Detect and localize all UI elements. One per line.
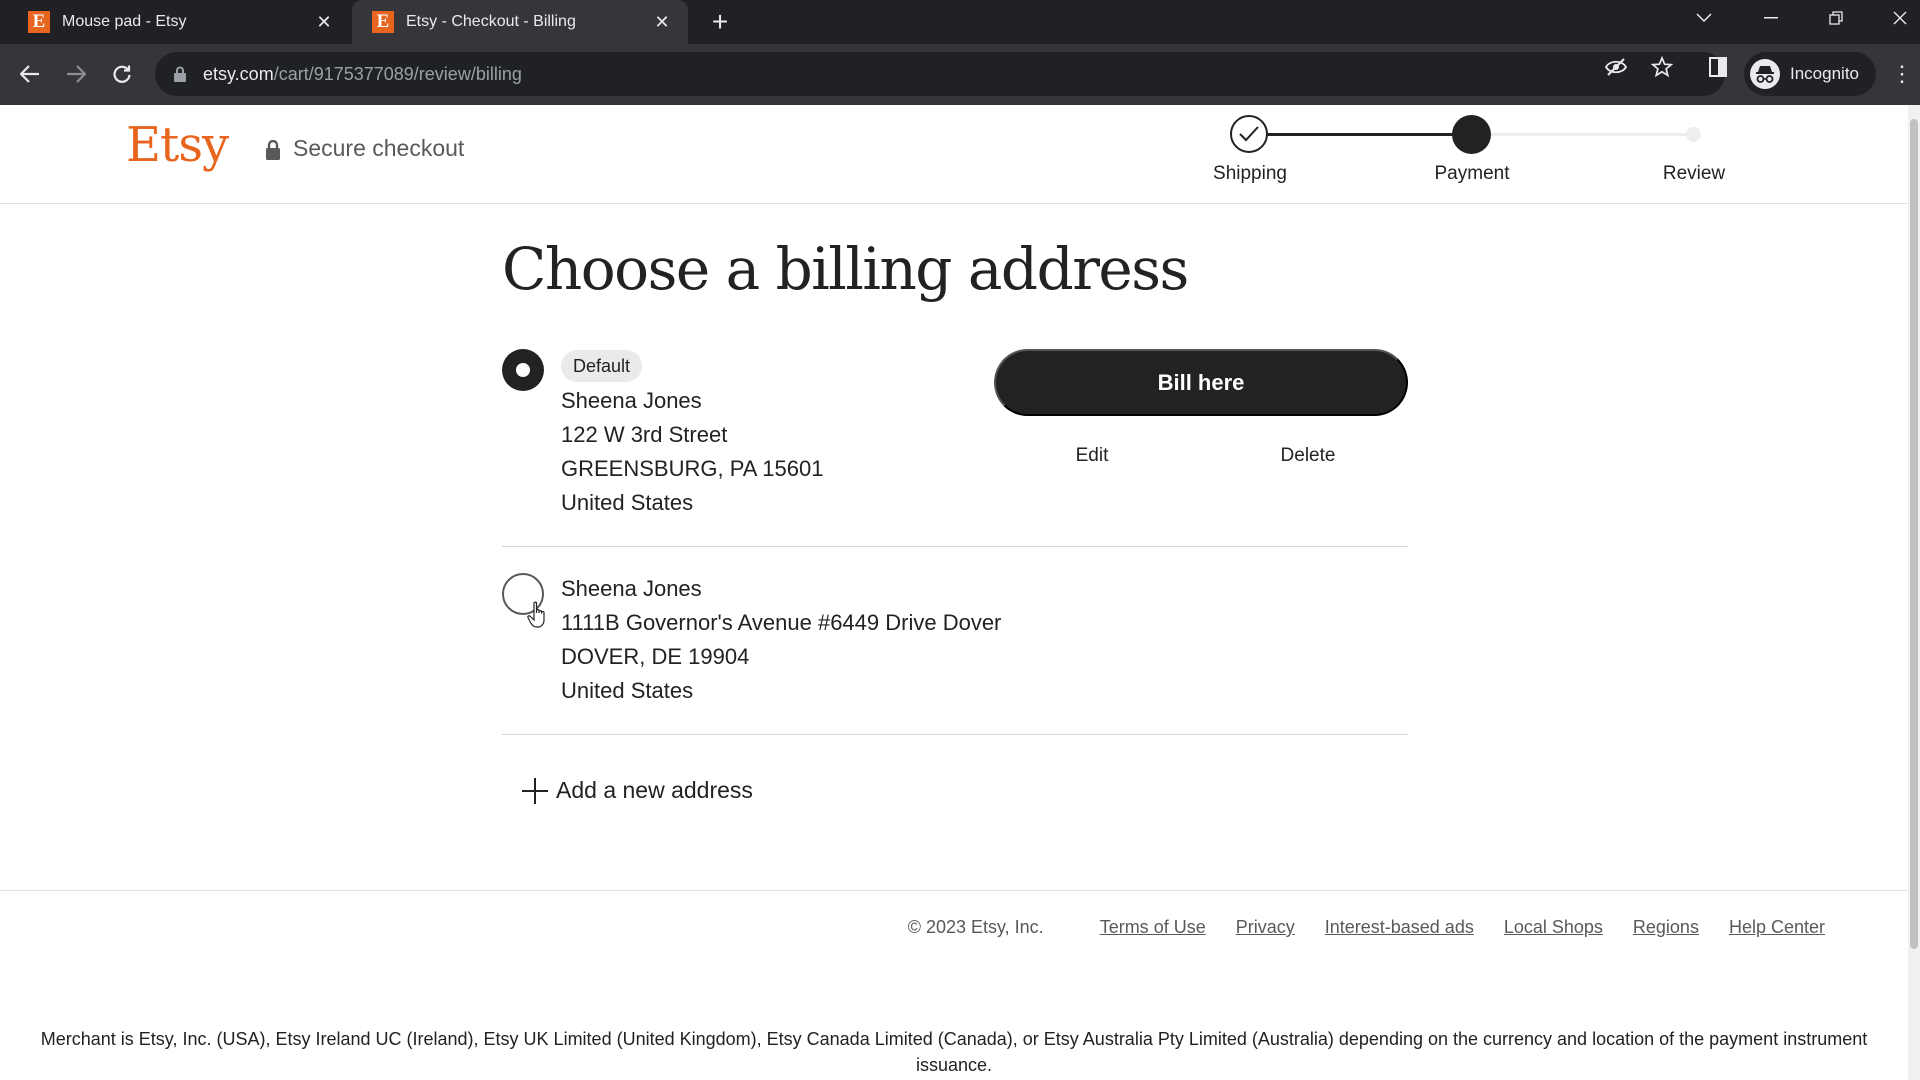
address-city: GREENSBURG, PA 15601 [561, 456, 824, 481]
secure-checkout: Secure checkout [265, 135, 464, 162]
new-tab-button[interactable]: + [706, 8, 734, 36]
restore-window-icon[interactable] [1808, 0, 1864, 36]
footer-link-help-center[interactable]: Help Center [1729, 917, 1825, 938]
address-divider [502, 734, 1408, 735]
step-label-shipping: Shipping [1213, 163, 1287, 184]
address-country: United States [561, 490, 694, 515]
step-review-dot [1686, 127, 1701, 142]
plus-icon [522, 777, 548, 804]
secure-checkout-label: Secure checkout [293, 135, 465, 161]
address-city: DOVER, DE 19904 [561, 644, 750, 669]
bookmark-star-icon[interactable] [1651, 56, 1673, 78]
header-divider [0, 203, 1908, 204]
url-text: etsy.com/cart/9175377089/review/billing [203, 63, 522, 84]
address-divider [502, 546, 1408, 547]
edit-address-button[interactable]: Edit [1032, 445, 1152, 467]
reload-icon[interactable] [106, 58, 138, 90]
incognito-icon [1750, 59, 1780, 89]
minimize-window-icon[interactable] [1743, 0, 1799, 36]
lock-icon[interactable] [173, 66, 189, 82]
close-tab-icon[interactable]: ✕ [312, 10, 336, 34]
browser-tab-active[interactable]: E Etsy - Checkout - Billing ✕ [352, 0, 688, 44]
footer-links: © 2023 Etsy, Inc. Terms of Use Privacy I… [908, 917, 1825, 938]
default-badge: Default [561, 350, 643, 382]
checkout-page: Etsy Secure checkout Shipping Payment Re… [0, 105, 1908, 1080]
add-new-address-label: Add a new address [556, 777, 753, 803]
step-connector-complete [1267, 133, 1453, 136]
step-payment-dot [1452, 115, 1491, 154]
scrollbar-thumb[interactable] [1910, 119, 1918, 949]
eye-slash-icon[interactable] [1605, 56, 1627, 78]
forward-icon[interactable] [60, 58, 92, 90]
hand-pointer-cursor-icon [527, 601, 549, 629]
step-connector-incomplete [1490, 133, 1686, 136]
address-radio-selected[interactable] [502, 349, 544, 391]
step-label-payment: Payment [1434, 163, 1510, 184]
tab-title: Mouse pad - Etsy [62, 13, 187, 30]
footer-divider [0, 890, 1908, 891]
page-title: Choose a billing address [502, 235, 1189, 303]
etsy-favicon-icon: E [28, 11, 50, 33]
address-street: 1111B Governor's Avenue #6449 Drive Dove… [561, 610, 1002, 635]
page-scrollbar[interactable] [1908, 105, 1920, 1080]
footer-link-terms[interactable]: Terms of Use [1100, 917, 1206, 938]
incognito-profile-button[interactable]: Incognito [1744, 52, 1876, 96]
lock-icon [265, 139, 281, 160]
tab-title: Etsy - Checkout - Billing [406, 13, 576, 30]
step-label-review: Review [1662, 163, 1726, 184]
incognito-label: Incognito [1790, 64, 1859, 83]
browser-menu-icon[interactable]: ⋮ [1891, 58, 1913, 90]
footer-link-regions[interactable]: Regions [1633, 917, 1699, 938]
etsy-logo[interactable]: Etsy [126, 117, 229, 173]
bill-here-button[interactable]: Bill here [994, 349, 1408, 416]
address-name: Sheena Jones [561, 388, 702, 413]
footer-link-interest-based-ads[interactable]: Interest-based ads [1325, 917, 1474, 938]
delete-address-button[interactable]: Delete [1248, 445, 1368, 467]
add-new-address-button[interactable]: Add a new address [522, 777, 753, 804]
tab-search-chevron-icon[interactable] [1676, 0, 1732, 36]
address-country: United States [561, 678, 694, 703]
back-icon[interactable] [14, 58, 46, 90]
footer-link-privacy[interactable]: Privacy [1236, 917, 1295, 938]
browser-toolbar: etsy.com/cart/9175377089/review/billing … [0, 44, 1920, 105]
merchant-disclaimer: Merchant is Etsy, Inc. (USA), Etsy Irela… [40, 1029, 1868, 1075]
browser-tab[interactable]: E Mouse pad - Etsy ✕ [8, 0, 350, 44]
etsy-favicon-icon: E [372, 11, 394, 33]
address-name: Sheena Jones [561, 576, 702, 601]
footer-link-local-shops[interactable]: Local Shops [1504, 917, 1603, 938]
address-bar[interactable]: etsy.com/cart/9175377089/review/billing [155, 52, 1725, 96]
copyright: © 2023 Etsy, Inc. [907, 917, 1044, 937]
step-shipping-check-icon [1230, 115, 1268, 153]
close-tab-icon[interactable]: ✕ [650, 10, 674, 34]
side-panel-icon[interactable] [1707, 56, 1729, 78]
close-window-icon[interactable] [1872, 0, 1920, 36]
browser-tab-bar: E Mouse pad - Etsy ✕ E Etsy - Checkout -… [0, 0, 1920, 44]
address-street: 122 W 3rd Street [561, 422, 728, 447]
